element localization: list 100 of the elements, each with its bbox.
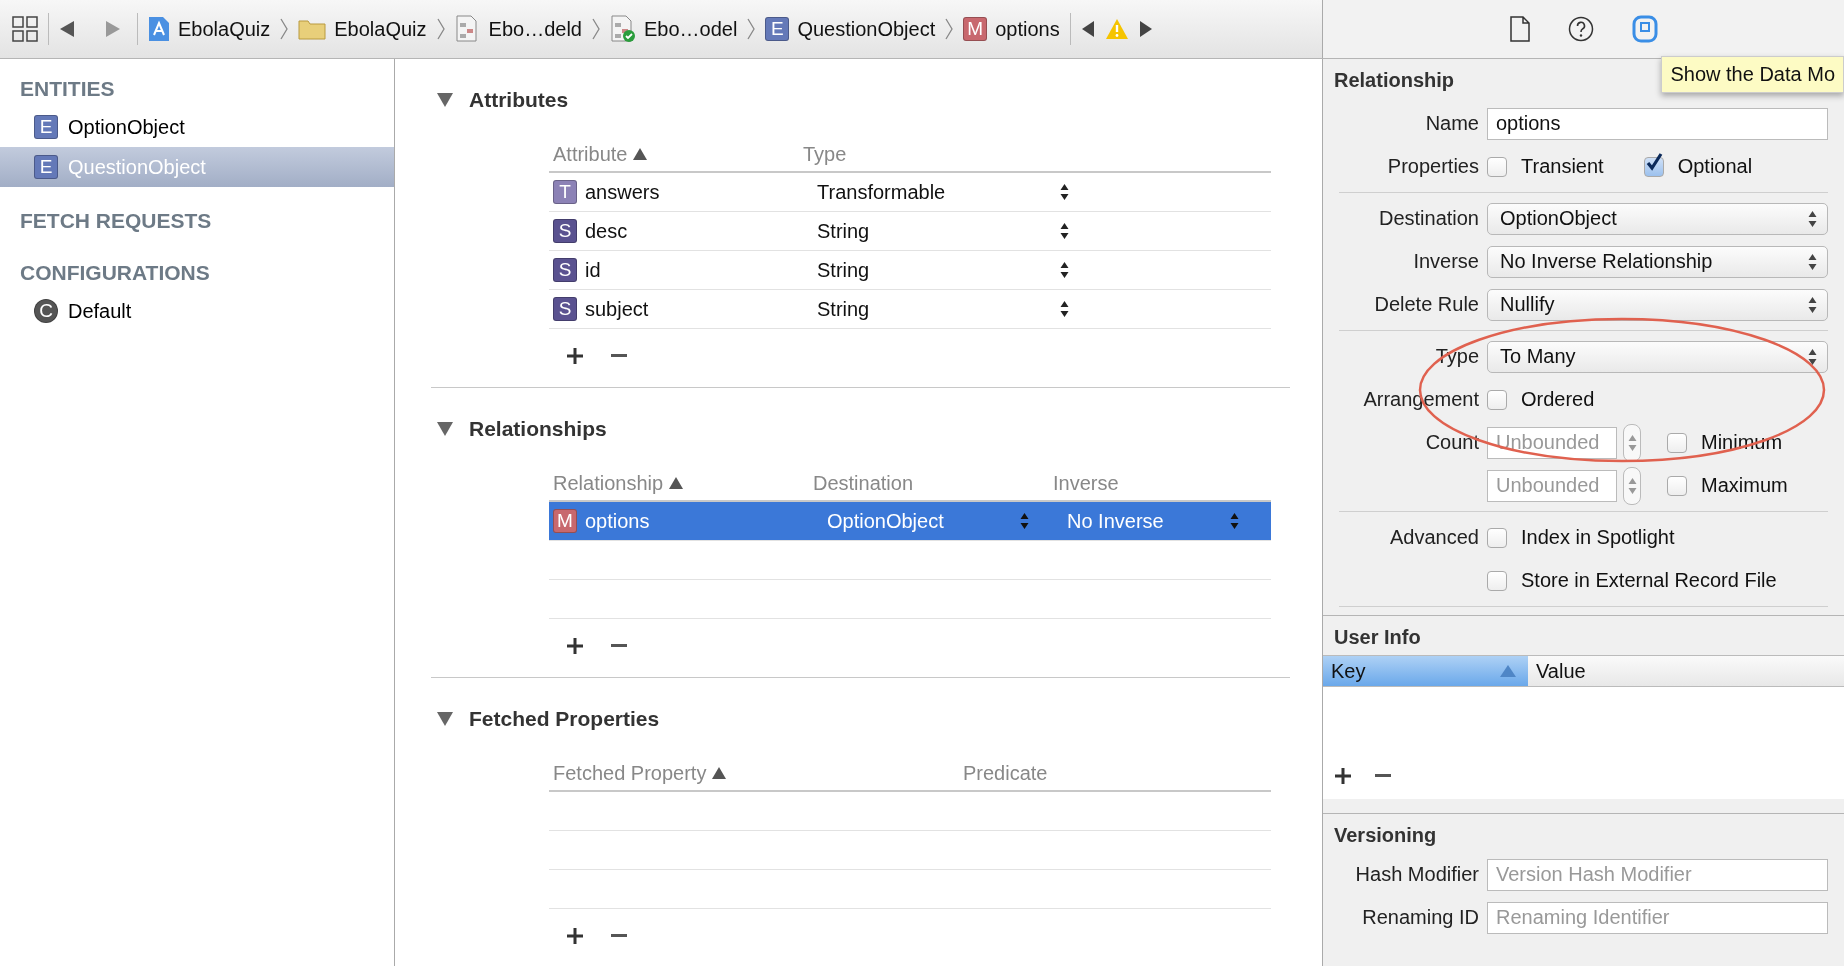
text-field[interactable]: options xyxy=(1487,107,1828,140)
column-header[interactable]: Key xyxy=(1323,656,1528,686)
add-icon[interactable] xyxy=(567,348,583,364)
popup-cell[interactable]: String xyxy=(799,219,1089,243)
breadcrumb-item[interactable]: EbolaQuiz xyxy=(298,17,427,41)
checkbox[interactable] xyxy=(1487,527,1507,548)
add-icon[interactable] xyxy=(567,638,583,654)
breadcrumb-item[interactable]: E QuestionObject xyxy=(765,17,936,41)
checkbox-label[interactable]: Maximum xyxy=(1701,474,1788,497)
count-field[interactable]: Unbounded xyxy=(1487,426,1617,459)
sidebar-item[interactable]: C Default xyxy=(0,291,394,331)
remove-icon[interactable] xyxy=(611,644,627,648)
stepper-icon[interactable] xyxy=(1808,295,1817,314)
checkbox-label[interactable]: Index in Spotlight xyxy=(1521,526,1675,549)
stepper[interactable] xyxy=(1623,466,1641,505)
column-header[interactable]: Predicate xyxy=(963,761,1048,785)
column-header[interactable]: Destination xyxy=(813,471,914,495)
checkbox[interactable] xyxy=(1487,570,1507,591)
field-label: Name xyxy=(1424,112,1479,135)
checkbox-label[interactable]: Store in External Record File xyxy=(1521,569,1777,592)
stepper-icon[interactable] xyxy=(1808,347,1817,366)
checkbox[interactable] xyxy=(1487,389,1507,410)
sidebar-item[interactable]: E OptionObject xyxy=(0,107,394,147)
checkbox[interactable] xyxy=(1487,156,1507,177)
table-cell: id xyxy=(585,258,601,282)
popup-cell[interactable]: Transformable xyxy=(799,180,1089,204)
configuration-badge-icon: C xyxy=(34,299,58,323)
section-heading: Relationship xyxy=(1334,69,1454,91)
sidebar-section-heading: FETCH REQUESTS xyxy=(19,208,213,234)
back-arrow-icon[interactable] xyxy=(59,20,75,38)
popup-cell[interactable]: String xyxy=(799,258,1089,282)
section-title: Relationships xyxy=(469,417,607,441)
path-separator-icon xyxy=(280,18,289,40)
table-row[interactable]: S subject String xyxy=(549,290,1271,329)
remove-icon[interactable] xyxy=(1375,774,1391,778)
checkbox-label[interactable]: Optional xyxy=(1677,155,1753,178)
breadcrumb-item[interactable]: Ebo…deld xyxy=(454,15,582,43)
tooltip: Show the Data Mo xyxy=(1661,56,1844,93)
table-cell: desc xyxy=(585,219,628,243)
popup-button[interactable]: Nullify xyxy=(1487,288,1828,321)
document-checkmark-icon xyxy=(609,15,636,43)
table-row[interactable]: T answers Transformable xyxy=(549,173,1271,212)
related-items-icon[interactable] xyxy=(12,16,38,42)
popup-button[interactable]: To Many xyxy=(1487,340,1828,373)
checkbox[interactable] xyxy=(1643,156,1664,177)
entity-badge-icon: E xyxy=(34,115,58,139)
sidebar-item[interactable]: E QuestionObject xyxy=(0,147,394,187)
checkbox-label[interactable]: Transient xyxy=(1521,155,1604,178)
help-tab[interactable] xyxy=(1567,16,1594,42)
file-inspector-tab[interactable] xyxy=(1509,16,1530,42)
remove-icon[interactable] xyxy=(611,934,627,938)
stepper-icon[interactable] xyxy=(1060,183,1069,201)
add-icon[interactable] xyxy=(567,928,583,944)
add-icon[interactable] xyxy=(1335,768,1351,784)
popup-cell[interactable]: No Inverse xyxy=(1049,509,1259,533)
stepper-icon[interactable] xyxy=(1060,300,1069,318)
count-field[interactable]: Unbounded xyxy=(1487,469,1617,502)
stepper-icon[interactable] xyxy=(1808,209,1817,228)
column-header[interactable]: Attribute xyxy=(553,142,628,166)
table-row[interactable]: S desc String xyxy=(549,212,1271,251)
remove-icon[interactable] xyxy=(611,354,627,358)
stepper-icon[interactable] xyxy=(1060,261,1069,279)
breadcrumb-item[interactable]: M options xyxy=(963,17,1060,41)
table-row[interactable]: S id String xyxy=(549,251,1271,290)
popup-cell[interactable]: String xyxy=(799,297,1089,321)
checkbox[interactable] xyxy=(1667,432,1687,453)
popup-button[interactable]: OptionObject xyxy=(1487,202,1828,235)
breadcrumb-item[interactable]: Ebo…odel xyxy=(609,15,738,43)
breadcrumb-item[interactable]: EbolaQuiz xyxy=(148,16,271,42)
data-model-inspector-tab[interactable] xyxy=(1631,15,1658,43)
next-issue-icon[interactable] xyxy=(1138,20,1153,38)
previous-issue-icon[interactable] xyxy=(1080,20,1095,38)
popup-button[interactable]: No Inverse Relationship xyxy=(1487,245,1828,278)
section-title: Fetched Properties xyxy=(469,707,660,731)
checkbox[interactable] xyxy=(1667,475,1687,496)
stepper-icon[interactable] xyxy=(1808,252,1817,271)
disclosure-triangle-icon[interactable] xyxy=(437,712,453,726)
stepper-icon[interactable] xyxy=(1060,222,1069,240)
field-label: Properties xyxy=(1386,155,1479,178)
property-type-badge-icon: S xyxy=(553,219,577,243)
table-cell: subject xyxy=(585,297,649,321)
column-header[interactable]: Type xyxy=(803,142,847,166)
app-project-icon xyxy=(148,16,170,42)
column-header[interactable]: Relationship xyxy=(553,471,664,495)
stepper[interactable] xyxy=(1623,423,1641,462)
sidebar-section-heading: CONFIGURATIONS xyxy=(19,260,211,286)
column-header[interactable]: Value xyxy=(1528,656,1844,686)
property-type-badge-icon: S xyxy=(553,258,577,282)
disclosure-triangle-icon[interactable] xyxy=(437,93,453,107)
column-header[interactable]: Inverse xyxy=(1053,471,1119,495)
sidebar-section-heading: ENTITIES xyxy=(19,76,116,102)
text-field[interactable]: Renaming Identifier xyxy=(1487,901,1828,934)
table-cell: answers xyxy=(585,180,660,204)
table-row[interactable]: M options OptionObject No Inverse xyxy=(549,502,1271,541)
disclosure-triangle-icon[interactable] xyxy=(437,422,453,436)
checkbox-label[interactable]: Ordered xyxy=(1521,388,1595,411)
text-field[interactable]: Version Hash Modifier xyxy=(1487,858,1828,891)
column-header[interactable]: Fetched Property xyxy=(553,761,707,785)
popup-cell[interactable]: OptionObject xyxy=(809,509,1049,533)
field-label: Destination xyxy=(1377,207,1479,230)
